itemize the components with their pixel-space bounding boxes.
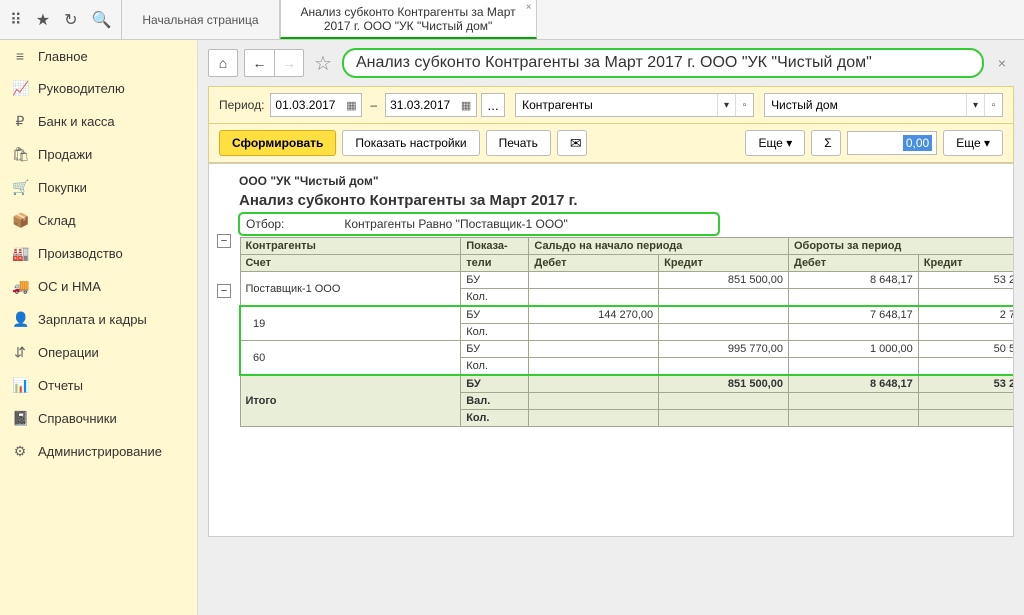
sidebar-item-label: Продажи [38,147,92,162]
table-row[interactable]: 19 БУ 144 270,00 7 648,17 2 788,17 [240,306,1014,324]
sidebar-item-production[interactable]: 🏭 Производство [0,237,197,270]
collapse-button[interactable]: − [217,234,231,248]
sigma-button[interactable]: Σ [811,130,841,156]
back-button[interactable]: ← [244,49,274,77]
top-bar: ⠿ ★ ↻ 🔍 Начальная страница Анализ субкон… [0,0,1024,40]
barchart-icon: 📊 [12,377,28,394]
more2-button[interactable]: Еще ▾ [943,130,1003,156]
sidebar: ≡ Главное 📈 Руководителю ₽ Банк и касса 🛍 Пр… [0,40,198,615]
person-icon: 👤 [12,311,28,328]
print-button[interactable]: Печать [486,130,551,156]
sidebar-item-label: Операции [38,345,99,360]
org-select[interactable]: ▾ ▫ [764,93,1003,117]
date-to-input[interactable]: ▦ [385,93,477,117]
th-contragents: Контрагенты [240,238,461,255]
sigma-value[interactable]: 0,00 [847,131,937,155]
table-row[interactable]: 60 БУ 995 770,00 1 000,00 50 500,00 [240,341,1014,358]
history-icon[interactable]: ↻ [64,10,77,30]
open-icon[interactable]: ▫ [984,94,1002,116]
period-picker-button[interactable]: ... [481,93,505,117]
sidebar-item-label: Банк и касса [38,114,115,129]
th-indicators: Показа- [461,238,529,255]
run-button[interactable]: Сформировать [219,130,336,156]
sidebar-item-label: Руководителю [38,81,125,96]
dash: – [370,98,377,112]
apps-icon[interactable]: ⠿ [10,10,22,30]
favorite-icon[interactable]: ☆ [314,51,332,76]
sidebar-item-os[interactable]: 🚚 ОС и НМА [0,270,197,303]
period-label: Период: [219,98,264,112]
arrows-icon: ⇵ [12,344,28,361]
factory-icon: 🏭 [12,245,28,262]
subkonto-select[interactable]: ▾ ▫ [515,93,754,117]
sidebar-item-manager[interactable]: 📈 Руководителю [0,72,197,105]
sidebar-item-admin[interactable]: ⚙ Администрирование [0,435,197,468]
sidebar-item-label: Склад [38,213,76,228]
report-title: Анализ субконто Контрагенты за Март 2017… [239,190,1014,213]
sidebar-item-operations[interactable]: ⇵ Операции [0,336,197,369]
box-icon: 📦 [12,212,28,229]
book-icon: 📓 [12,410,28,427]
th-indicators2: тели [461,255,529,272]
th-credit: Кредит [659,255,789,272]
open-icon[interactable]: ▫ [735,94,753,116]
sidebar-item-label: Покупки [38,180,87,195]
sidebar-item-label: Производство [38,246,123,261]
filter-text: Контрагенты Равно "Поставщик-1 ООО" [344,217,567,231]
th-debit: Дебет [529,255,659,272]
page-title: Анализ субконто Контрагенты за Март 2017… [342,48,984,78]
sidebar-item-main[interactable]: ≡ Главное [0,40,197,72]
sidebar-item-reports[interactable]: 📊 Отчеты [0,369,197,402]
calendar-icon[interactable]: ▦ [456,99,476,112]
settings-button[interactable]: Показать настройки [342,130,479,156]
search-icon[interactable]: 🔍 [91,10,111,30]
cart-icon: 🛒 [12,179,28,196]
date-from-input[interactable]: ▦ [270,93,362,117]
table-total-row: Итого БУ 851 500,00 8 648,17 53 288,17 [240,375,1014,393]
sidebar-item-warehouse[interactable]: 📦 Склад [0,204,197,237]
th-turnover: Обороты за период [788,238,1014,255]
mail-button[interactable]: ✉ [557,130,587,156]
more-button[interactable]: Еще ▾ [745,130,805,156]
sidebar-item-salary[interactable]: 👤 Зарплата и кадры [0,303,197,336]
home-button[interactable]: ⌂ [208,49,238,77]
sidebar-item-label: Главное [38,49,88,64]
ruble-icon: ₽ [12,113,28,130]
sidebar-item-sales[interactable]: 🛍 Продажи [0,138,197,171]
sidebar-item-label: ОС и НМА [38,279,101,294]
sidebar-item-label: Администрирование [38,444,162,459]
th-credit: Кредит [918,255,1014,272]
chevron-down-icon[interactable]: ▾ [966,94,984,116]
tab-report[interactable]: Анализ субконто Контрагенты за Март 2017… [280,0,537,39]
sidebar-item-label: Зарплата и кадры [38,312,147,327]
chart-icon: 📈 [12,80,28,97]
th-saldo-start: Сальдо на начало периода [529,238,789,255]
forward-button[interactable]: → [274,49,304,77]
gear-icon: ⚙ [12,443,28,460]
table-row[interactable]: Поставщик-1 ООО БУ 851 500,00 8 648,17 5… [240,272,1014,289]
close-icon[interactable]: × [990,55,1014,71]
th-account: Счет [240,255,461,272]
bag-icon: 🛍 [12,146,28,163]
filter-label: Отбор: [246,217,284,231]
filter-row: Отбор: Контрагенты Равно "Поставщик-1 ОО… [239,213,719,235]
close-icon[interactable]: × [526,2,532,13]
sidebar-item-catalogs[interactable]: 📓 Справочники [0,402,197,435]
tab-start-page[interactable]: Начальная страница [121,0,279,39]
calendar-icon[interactable]: ▦ [341,99,361,112]
th-debit: Дебет [788,255,918,272]
star-icon[interactable]: ★ [36,10,50,30]
sidebar-item-label: Справочники [38,411,117,426]
sidebar-item-purchases[interactable]: 🛒 Покупки [0,171,197,204]
sidebar-item-bank[interactable]: ₽ Банк и касса [0,105,197,138]
sidebar-item-label: Отчеты [38,378,83,393]
menu-icon: ≡ [12,48,28,64]
report-table: Контрагенты Показа- Сальдо на начало пер… [239,237,1014,427]
org-name: ООО "УК "Чистый дом" [239,172,1014,190]
truck-icon: 🚚 [12,278,28,295]
chevron-down-icon[interactable]: ▾ [717,94,735,116]
collapse-button[interactable]: − [217,284,231,298]
